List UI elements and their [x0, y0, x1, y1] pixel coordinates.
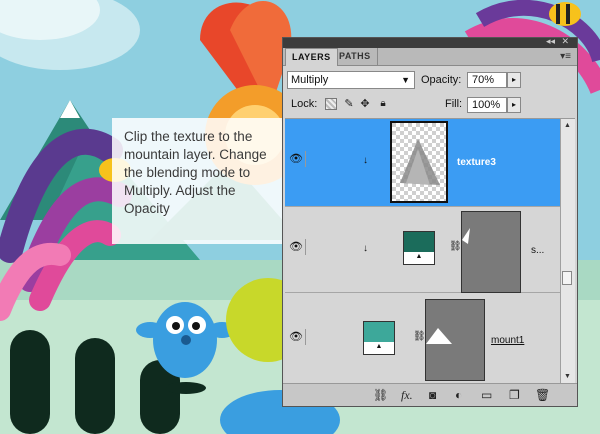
eye-icon[interactable]: 👁︎	[287, 239, 306, 255]
scroll-thumb[interactable]	[562, 271, 572, 285]
link-chain-icon[interactable]: ⛓︎	[413, 331, 426, 342]
panel-menu-icon[interactable]: ▾≡	[560, 51, 571, 62]
fill-slider-toggle[interactable]: ▸	[507, 97, 521, 113]
layers-list: 👁︎ ↓ texture3 👁︎ ↓ ▲ ⛓︎ s... 👁︎ ▲ ⛓︎ mou…	[285, 118, 575, 383]
layers-scrollbar[interactable]: ▲ ▼	[560, 119, 575, 383]
panel-tabs: LAYERS PATHS ▾≡	[283, 48, 577, 66]
eye-icon[interactable]: 👁︎	[287, 151, 306, 167]
blend-row: Multiply ▼ Opacity: 70% ▸	[287, 71, 573, 91]
lock-transparency-icon[interactable]	[325, 98, 337, 110]
trash-icon[interactable]: 🗑︎	[535, 388, 550, 402]
collapse-icon[interactable]: ◂◂	[546, 36, 555, 47]
fx-icon[interactable]: fx.	[401, 388, 413, 403]
opacity-slider-toggle[interactable]: ▸	[507, 72, 521, 88]
folder-icon[interactable]: ▭	[481, 388, 492, 402]
layer-row-mount1[interactable]: 👁︎ ▲ ⛓︎ mount1	[285, 293, 561, 383]
link-chain-icon[interactable]: ⛓︎	[449, 241, 462, 252]
mask-thumbnail	[461, 211, 521, 293]
layer-name[interactable]: s...	[531, 245, 544, 256]
layer-name[interactable]: mount1	[491, 335, 524, 346]
scroll-up-icon[interactable]: ▲	[564, 122, 571, 129]
panel-bottom-toolbar: ⛓︎ fx. ◙ ◐ ▭ ❐ 🗑︎	[283, 383, 577, 406]
blend-mode-value: Multiply	[291, 74, 329, 86]
lock-row: Lock: ✎ ✥ 🔒︎ Fill: 100% ▸	[287, 96, 573, 116]
new-layer-icon[interactable]: ❐	[509, 388, 520, 402]
lock-move-icon[interactable]: ✥	[359, 98, 371, 110]
opacity-label: Opacity:	[421, 74, 462, 86]
link-icon[interactable]: ⛓︎	[373, 388, 388, 402]
adjustment-icon[interactable]: ◐	[455, 388, 462, 402]
chevron-down-icon: ▼	[401, 75, 410, 85]
layer-row-texture3[interactable]: 👁︎ ↓ texture3	[285, 119, 561, 207]
opacity-input[interactable]: 70%	[467, 72, 507, 88]
close-icon[interactable]: ✕	[561, 36, 569, 47]
layers-panel: ◂◂ ✕ LAYERS PATHS ▾≡ Multiply ▼ Opacity:…	[282, 36, 578, 407]
callout-text: Clip the texture to the mountain layer. …	[124, 129, 267, 216]
lock-label: Lock:	[291, 98, 318, 110]
lock-brush-icon[interactable]: ✎	[343, 98, 355, 110]
eye-icon[interactable]: 👁︎	[287, 329, 306, 345]
panel-titlebar: ◂◂ ✕	[283, 36, 577, 48]
layer-name[interactable]: texture3	[457, 157, 496, 168]
layer-thumbnail	[390, 121, 448, 203]
clip-arrow-icon: ↓	[363, 155, 368, 166]
fill-swatch-thumbnail: ▲	[363, 321, 395, 355]
scroll-down-icon[interactable]: ▼	[564, 373, 571, 380]
tab-layers[interactable]: LAYERS	[285, 48, 338, 66]
blend-mode-select[interactable]: Multiply ▼	[287, 71, 415, 89]
clip-arrow-icon: ↓	[363, 243, 368, 254]
instruction-callout: Clip the texture to the mountain layer. …	[112, 118, 310, 244]
fill-input[interactable]: 100%	[467, 97, 507, 113]
mask-icon[interactable]: ◙	[429, 388, 436, 402]
mask-thumbnail	[425, 299, 485, 381]
fill-label: Fill:	[445, 98, 463, 110]
tab-paths[interactable]: PATHS	[333, 48, 378, 65]
fill-swatch-thumbnail: ▲	[403, 231, 435, 265]
lock-all-icon[interactable]: 🔒︎	[377, 98, 389, 110]
layer-row-shape[interactable]: 👁︎ ↓ ▲ ⛓︎ s...	[285, 207, 561, 293]
